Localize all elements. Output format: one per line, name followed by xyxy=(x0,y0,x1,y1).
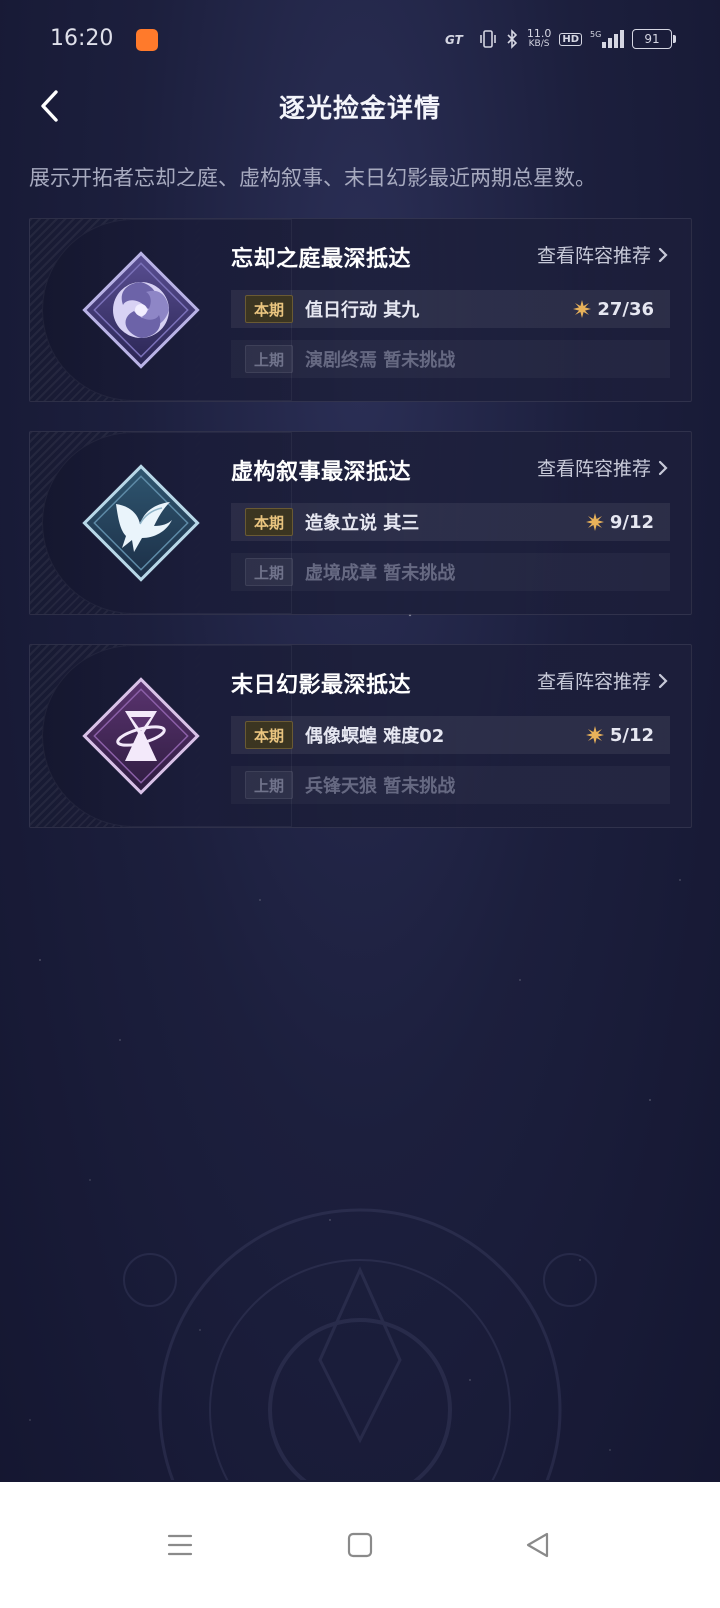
signal-icon: 5G xyxy=(590,30,624,48)
previous-period-row: 上期 兵锋天狼 暂未挑战 xyxy=(231,766,670,804)
card-apocalyptic-shadow: 末日幻影最深抵达 查看阵容推荐 本期 偶像螟蝗 难度02 5/12 上期 兵锋天… xyxy=(29,644,692,828)
current-period-tag: 本期 xyxy=(245,508,294,536)
view-lineup-label: 查看阵容推荐 xyxy=(536,458,651,480)
current-period-row: 本期 偶像螟蝗 难度02 5/12 xyxy=(231,716,670,754)
battery-indicator: 91 xyxy=(632,29,676,49)
triangle-back-icon xyxy=(526,1532,549,1558)
status-bar: 16:20 GT 11.0 KB/S HD 5G 91 xyxy=(0,0,720,84)
card-pure-fiction: 虚构叙事最深抵达 查看阵容推荐 本期 造象立说 其三 9/12 上期 虚境成章 … xyxy=(29,431,692,615)
system-navigation-bar xyxy=(0,1482,720,1608)
star-icon xyxy=(585,726,604,744)
card-title: 忘却之庭最深抵达 xyxy=(231,247,412,272)
star-count: 5/12 xyxy=(585,724,654,746)
star-count-value: 27/36 xyxy=(597,298,654,320)
view-lineup-link[interactable]: 查看阵容推荐 xyxy=(537,241,669,268)
current-period-tag: 本期 xyxy=(245,295,294,323)
chevron-right-icon xyxy=(658,247,668,262)
hourglass-icon xyxy=(82,677,200,795)
previous-period-row: 上期 虚境成章 暂未挑战 xyxy=(231,553,670,591)
status-icons: GT 11.0 KB/S HD 5G 91 xyxy=(445,28,676,50)
page-header: 逐光捡金详情 xyxy=(0,84,720,164)
current-period-row: 本期 值日行动 其九 27/36 xyxy=(231,290,670,328)
card-title: 虚构叙事最深抵达 xyxy=(231,460,412,485)
previous-stage-name: 演剧终焉 暂未挑战 xyxy=(305,350,456,371)
view-lineup-link[interactable]: 查看阵容推荐 xyxy=(537,454,669,481)
vibrate-icon xyxy=(480,30,496,48)
gt-mode-icon: GT xyxy=(445,33,464,46)
chevron-right-icon xyxy=(658,460,668,475)
network-speed-value: 11.0 xyxy=(526,27,552,40)
card-title: 末日幻影最深抵达 xyxy=(231,673,412,698)
view-lineup-link[interactable]: 查看阵容推荐 xyxy=(537,667,669,694)
svg-text:GT: GT xyxy=(445,33,464,46)
dove-icon xyxy=(82,464,200,582)
page-title: 逐光捡金详情 xyxy=(278,94,441,124)
previous-period-row: 上期 演剧终焉 暂未挑战 xyxy=(231,340,670,378)
menu-icon xyxy=(167,1534,193,1556)
svg-text:5G: 5G xyxy=(590,30,601,39)
current-stage-name: 偶像螟蝗 难度02 xyxy=(305,726,445,747)
star-count-value: 5/12 xyxy=(609,724,654,746)
star-count: 27/36 xyxy=(573,299,654,320)
card-forgotten-hall: 忘却之庭最深抵达 查看阵容推荐 本期 值日行动 其九 27/36 上期 演剧终焉… xyxy=(29,218,692,402)
star-icon xyxy=(585,513,604,531)
app-notification-icon xyxy=(136,29,158,51)
status-time: 16:20 xyxy=(50,26,114,51)
previous-stage-name: 兵锋天狼 暂未挑战 xyxy=(305,776,456,797)
star-count-value: 9/12 xyxy=(609,511,654,533)
previous-period-tag: 上期 xyxy=(245,345,294,373)
view-lineup-label: 查看阵容推荐 xyxy=(536,245,651,267)
current-period-row: 本期 造象立说 其三 9/12 xyxy=(231,503,670,541)
back-nav-button[interactable] xyxy=(514,1522,560,1568)
star-icon xyxy=(573,300,592,318)
current-period-tag: 本期 xyxy=(245,721,294,749)
star-count: 9/12 xyxy=(585,511,654,533)
swirl-icon xyxy=(82,251,200,369)
home-button[interactable] xyxy=(337,1522,383,1568)
view-lineup-label: 查看阵容推荐 xyxy=(536,671,651,693)
network-speed: 11.0 KB/S xyxy=(527,28,552,50)
previous-period-tag: 上期 xyxy=(245,771,294,799)
page-description: 展示开拓者忘却之庭、虚构叙事、末日幻影最近两期总星数。 xyxy=(29,166,596,190)
current-stage-name: 造象立说 其三 xyxy=(305,513,420,534)
background-emblem-icon xyxy=(123,1208,597,1480)
current-stage-name: 值日行动 其九 xyxy=(305,300,420,321)
chevron-right-icon xyxy=(658,673,668,688)
previous-stage-name: 虚境成章 暂未挑战 xyxy=(305,563,456,584)
recent-apps-button[interactable] xyxy=(157,1522,203,1568)
bluetooth-icon xyxy=(507,29,517,49)
previous-period-tag: 上期 xyxy=(245,558,294,586)
network-speed-unit: KB/S xyxy=(528,39,550,49)
hd-badge: HD xyxy=(559,32,582,46)
square-icon xyxy=(347,1532,373,1558)
